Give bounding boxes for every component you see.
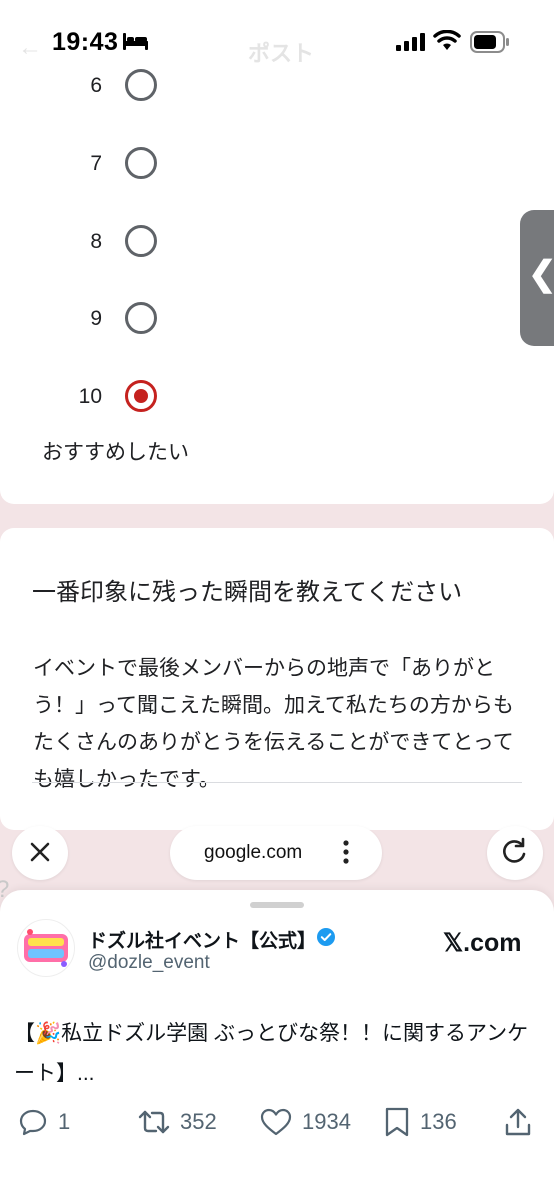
radio-option-8[interactable]: 8 (0, 218, 554, 268)
verified-badge-icon (317, 928, 335, 946)
more-vert-icon[interactable] (340, 838, 352, 868)
close-icon (30, 842, 50, 862)
share-icon (505, 1108, 531, 1136)
answer-field[interactable]: イベントで最後メンバーからの地声で「ありがとう！」って聞こえた瞬間。加えて私たち… (33, 650, 525, 798)
url-text: google.com (204, 842, 303, 863)
share-sheet: ドズル社イベント【公式】 @dozle_event 𝕏.com 【🎉私立ドズル学… (0, 890, 554, 1200)
question-title: 一番印象に残った瞬間を教えてください (32, 578, 463, 606)
answer-underline (32, 782, 522, 783)
radio-label: 8 (90, 230, 102, 253)
radio-option-9[interactable]: 9 (0, 295, 554, 345)
url-bar[interactable]: google.com (170, 826, 382, 880)
cellular-signal-icon (396, 33, 425, 51)
status-time: 19:43 (52, 28, 119, 56)
radio-button[interactable] (125, 147, 157, 179)
author-name[interactable]: ドズル社イベント【公式】 (88, 926, 316, 953)
bookmark-button[interactable]: 136 (384, 1102, 457, 1142)
form-question-card: 一番印象に残った瞬間を教えてください イベントで最後メンバーからの地声で「ありが… (0, 528, 554, 830)
radio-label: 7 (90, 152, 102, 175)
ghost-header-title: ポスト (248, 42, 315, 67)
like-button[interactable]: 1934 (260, 1102, 351, 1142)
post-actions: 1 352 1934 136 (0, 1102, 554, 1142)
radio-button[interactable] (125, 302, 157, 334)
side-panel-handle[interactable]: ❮ (520, 210, 554, 346)
reply-button[interactable]: 1 (18, 1102, 70, 1142)
chevron-left-icon: ❮ (528, 255, 554, 293)
radio-button-selected[interactable] (125, 380, 157, 412)
bookmark-icon (385, 1107, 409, 1137)
author-handle[interactable]: @dozle_event (88, 952, 210, 974)
dozle-logo-icon (24, 929, 68, 967)
wifi-icon (433, 30, 461, 50)
share-button[interactable] (504, 1102, 532, 1142)
sheet-grabber[interactable] (250, 902, 304, 908)
repost-count: 352 (180, 1109, 217, 1134)
close-button[interactable] (12, 826, 68, 880)
back-arrow-icon: ← (18, 34, 42, 61)
battery-icon (470, 31, 509, 53)
source-site-label: 𝕏.com (443, 929, 522, 957)
status-bar: ← ポスト 19:43 (0, 0, 554, 88)
radio-label: 10 (78, 385, 102, 408)
radio-button[interactable] (125, 225, 157, 257)
avatar[interactable] (17, 919, 75, 977)
radio-option-10[interactable]: 10 (0, 373, 554, 423)
browser-toolbar: google.com ? (0, 826, 554, 903)
heart-icon (260, 1108, 292, 1136)
post-text[interactable]: 【🎉私立ドズル学園 ぶっとびな祭！！に関するアンケート】... (14, 1014, 540, 1094)
reply-count: 1 (58, 1109, 71, 1134)
radio-label: 9 (90, 307, 102, 330)
sleep-focus-icon (123, 33, 148, 50)
reload-icon (503, 837, 526, 863)
repost-button[interactable]: 352 (138, 1102, 217, 1142)
reload-button[interactable] (487, 826, 543, 880)
like-count: 1934 (302, 1109, 351, 1134)
reply-icon (19, 1109, 47, 1136)
bookmark-count: 136 (420, 1109, 457, 1134)
repost-icon (138, 1110, 170, 1134)
scale-max-label: おすすめしたい (42, 440, 189, 464)
radio-option-7[interactable]: 7 (0, 140, 554, 190)
